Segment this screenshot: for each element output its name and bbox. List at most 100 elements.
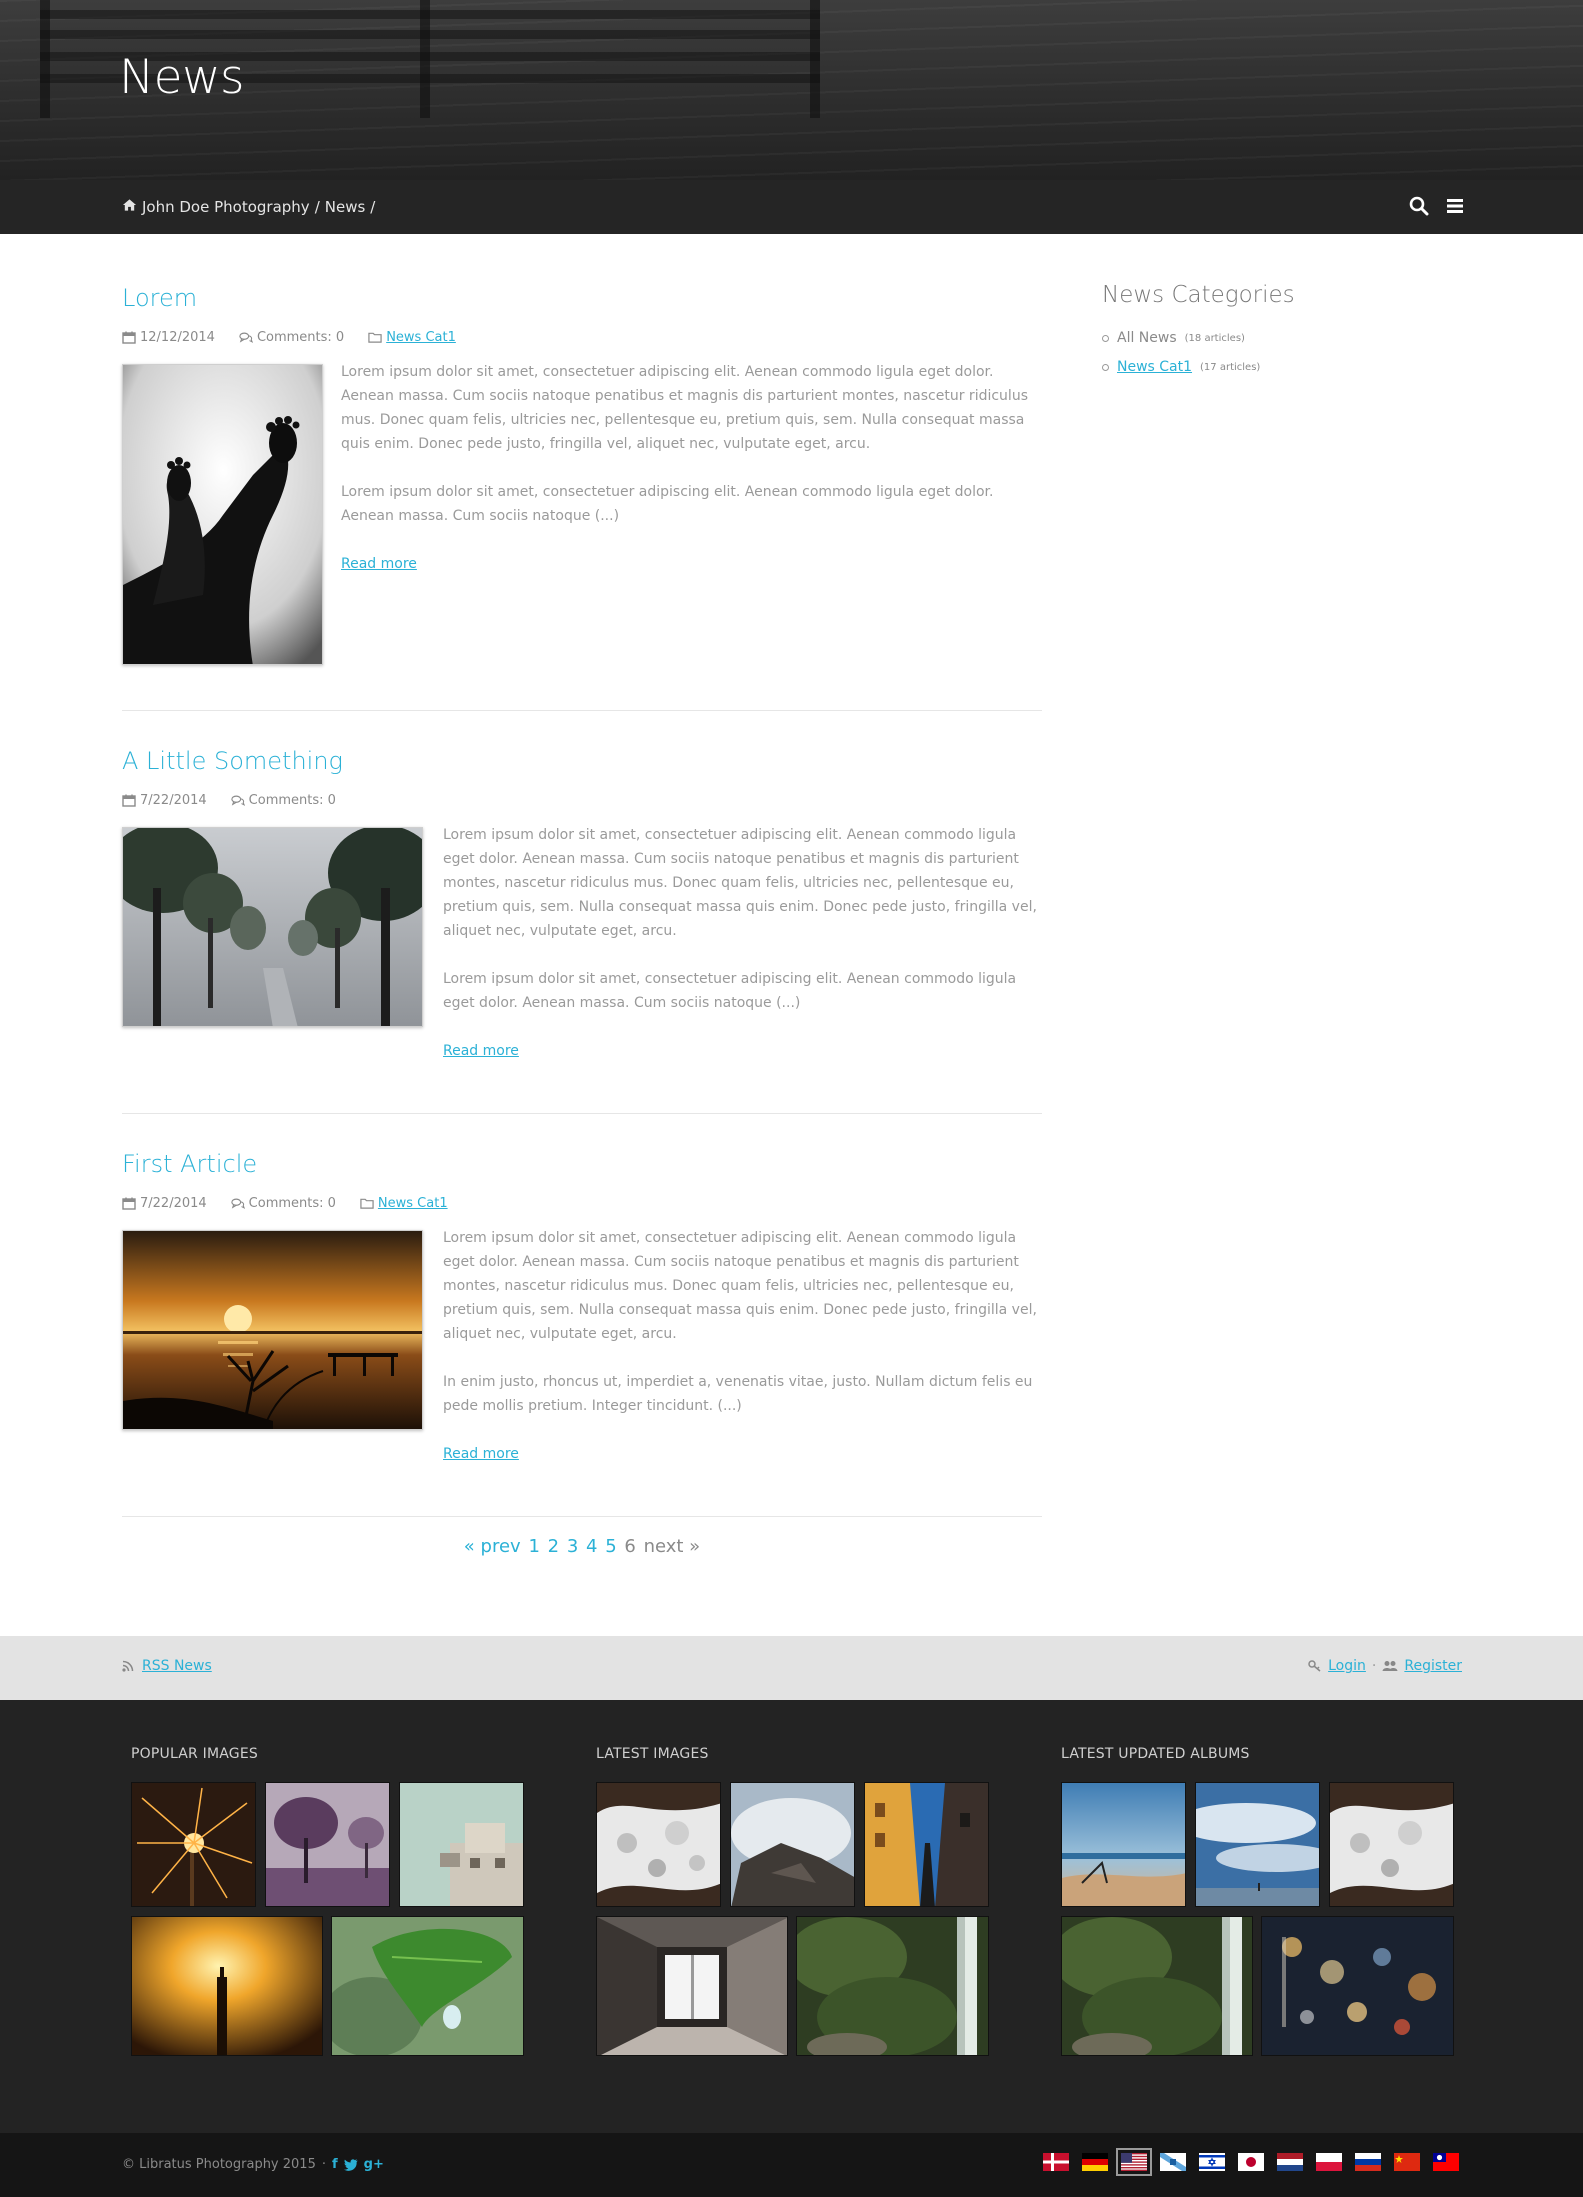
sidebar-title: News Categories bbox=[1102, 282, 1295, 308]
gallery-thumbnail[interactable] bbox=[399, 1782, 524, 1907]
gallery-thumbnail[interactable] bbox=[131, 1916, 323, 2056]
copyright-separator: · bbox=[321, 2157, 326, 2172]
gallery-thumbnail[interactable] bbox=[265, 1782, 390, 1907]
twitter-icon[interactable] bbox=[343, 2158, 358, 2171]
divider bbox=[122, 1516, 1042, 1517]
breadcrumb-home-link[interactable]: John Doe Photography bbox=[142, 198, 310, 216]
album-thumbnail[interactable] bbox=[1061, 1916, 1253, 2056]
folder-icon bbox=[360, 1198, 374, 1209]
article-thumbnail[interactable] bbox=[122, 364, 323, 665]
bullet-icon bbox=[1102, 334, 1109, 342]
utility-bar: RSS News Login · Register bbox=[0, 1636, 1583, 1700]
album-thumbnail[interactable] bbox=[1195, 1782, 1320, 1907]
breadcrumb-current[interactable]: News bbox=[325, 198, 366, 216]
article-thumbnail[interactable] bbox=[122, 1230, 423, 1430]
copyright-wrap: © Libratus Photography 2015 · f g+ bbox=[122, 2157, 384, 2172]
article-paragraph: Lorem ipsum dolor sit amet, consectetuer… bbox=[341, 484, 994, 524]
flag-polish-icon[interactable] bbox=[1316, 2153, 1342, 2171]
read-more-link[interactable]: Read more bbox=[443, 1043, 519, 1059]
gallery-thumbnail[interactable] bbox=[596, 1782, 721, 1907]
facebook-icon[interactable]: f bbox=[332, 2157, 338, 2172]
flag-dutch-icon[interactable] bbox=[1277, 2153, 1303, 2171]
page-title: News bbox=[119, 50, 245, 105]
flag-danish-icon[interactable] bbox=[1043, 2153, 1069, 2171]
gallery-thumbnail[interactable] bbox=[730, 1782, 855, 1907]
article-meta: 12/12/2014 Comments: 0 News Cat1 bbox=[122, 330, 456, 345]
breadcrumb-separator: / bbox=[314, 198, 320, 216]
article-meta: 7/22/2014 Comments: 0 bbox=[122, 793, 336, 808]
calendar-icon bbox=[122, 794, 136, 807]
pagination-page-4[interactable]: 4 bbox=[586, 1536, 597, 1557]
sidebar-item-label[interactable]: All News bbox=[1117, 330, 1177, 346]
album-thumbnail[interactable] bbox=[1329, 1782, 1454, 1907]
album-thumbnail[interactable] bbox=[1261, 1916, 1454, 2056]
sidebar-item-all-news[interactable]: All News (18 articles) bbox=[1102, 330, 1462, 346]
sidebar-item-label[interactable]: News Cat1 bbox=[1117, 359, 1192, 375]
flag-chinese-icon[interactable] bbox=[1394, 2153, 1420, 2171]
flag-german-icon[interactable] bbox=[1082, 2153, 1108, 2171]
home-icon[interactable] bbox=[122, 198, 137, 216]
article-paragraph: Lorem ipsum dolor sit amet, consectetuer… bbox=[443, 1230, 1037, 1342]
key-icon bbox=[1308, 1660, 1321, 1672]
popular-images-section: POPULAR IMAGES bbox=[131, 1746, 524, 2056]
comments-icon bbox=[239, 332, 253, 343]
pagination-page-2[interactable]: 2 bbox=[548, 1536, 559, 1557]
flag-galician-icon[interactable] bbox=[1160, 2153, 1186, 2171]
hero-banner: News bbox=[0, 0, 1583, 180]
gallery-thumbnail[interactable] bbox=[331, 1916, 524, 2056]
article-paragraph: In enim justo, rhoncus ut, imperdiet a, … bbox=[443, 1374, 1033, 1414]
calendar-icon bbox=[122, 1197, 136, 1210]
gallery-thumbnail[interactable] bbox=[596, 1916, 788, 2056]
article-meta: 7/22/2014 Comments: 0 News Cat1 bbox=[122, 1196, 448, 1211]
pagination-next[interactable]: next » bbox=[644, 1536, 701, 1557]
article-body: Lorem ipsum dolor sit amet, consectetuer… bbox=[443, 1226, 1043, 1466]
pagination-page-5[interactable]: 5 bbox=[605, 1536, 616, 1557]
gallery-thumbnail[interactable] bbox=[796, 1916, 989, 2056]
article-date: 12/12/2014 bbox=[140, 330, 215, 345]
gallery-thumbnail[interactable] bbox=[131, 1782, 256, 1907]
section-title: POPULAR IMAGES bbox=[131, 1746, 258, 1762]
divider bbox=[122, 1113, 1042, 1114]
pagination-page-3[interactable]: 3 bbox=[567, 1536, 578, 1557]
login-link[interactable]: Login bbox=[1328, 1658, 1366, 1674]
rss-news-link[interactable]: RSS News bbox=[142, 1658, 212, 1674]
register-link[interactable]: Register bbox=[1404, 1658, 1462, 1674]
article-title[interactable]: First Article bbox=[122, 1150, 257, 1178]
article-comments: Comments: 0 bbox=[256, 330, 345, 345]
search-icon[interactable] bbox=[1409, 196, 1429, 220]
flag-hebrew-icon[interactable] bbox=[1199, 2153, 1225, 2171]
article-comments: Comments: 0 bbox=[248, 793, 336, 808]
flag-taiwanese-icon[interactable] bbox=[1433, 2153, 1459, 2171]
article-category-link[interactable]: News Cat1 bbox=[386, 330, 456, 345]
pagination-current: 6 bbox=[624, 1536, 636, 1557]
sidebar-item-count: (18 articles) bbox=[1184, 332, 1245, 344]
comments-icon bbox=[230, 1198, 245, 1209]
pagination-prev[interactable]: « prev bbox=[464, 1536, 521, 1557]
article-paragraph: Lorem ipsum dolor sit amet, consectetuer… bbox=[443, 827, 1037, 939]
flag-english-us-icon[interactable] bbox=[1116, 2148, 1152, 2176]
latest-images-section: LATEST IMAGES bbox=[596, 1746, 989, 2056]
breadcrumb: John Doe Photography / News / bbox=[122, 198, 375, 216]
pagination: « prev 1 2 3 4 5 6 next » bbox=[122, 1536, 1042, 1557]
gallery-thumbnail[interactable] bbox=[864, 1782, 989, 1907]
article-body: Lorem ipsum dolor sit amet, consectetuer… bbox=[443, 823, 1043, 1063]
sidebar-item-count: (17 articles) bbox=[1200, 361, 1261, 373]
album-thumbnail[interactable] bbox=[1061, 1782, 1186, 1907]
sidebar-item-news-cat1[interactable]: News Cat1 (17 articles) bbox=[1102, 359, 1462, 375]
article-title[interactable]: A Little Something bbox=[122, 747, 343, 775]
read-more-link[interactable]: Read more bbox=[341, 556, 417, 572]
users-icon bbox=[1382, 1661, 1398, 1671]
article-category-link[interactable]: News Cat1 bbox=[378, 1196, 448, 1211]
flag-japanese-icon[interactable] bbox=[1238, 2153, 1264, 2171]
pagination-page-1[interactable]: 1 bbox=[528, 1536, 539, 1557]
article-title[interactable]: Lorem bbox=[122, 284, 197, 312]
menu-icon[interactable] bbox=[1445, 196, 1465, 220]
article-thumbnail[interactable] bbox=[122, 827, 423, 1027]
article-comments: Comments: 0 bbox=[248, 1196, 336, 1211]
google-plus-icon[interactable]: g+ bbox=[364, 2157, 384, 2172]
article-paragraph: Lorem ipsum dolor sit amet, consectetuer… bbox=[443, 971, 1017, 1011]
folder-icon bbox=[368, 332, 382, 343]
read-more-link[interactable]: Read more bbox=[443, 1446, 519, 1462]
top-navbar: John Doe Photography / News / bbox=[0, 180, 1583, 234]
flag-russian-icon[interactable] bbox=[1355, 2153, 1381, 2171]
